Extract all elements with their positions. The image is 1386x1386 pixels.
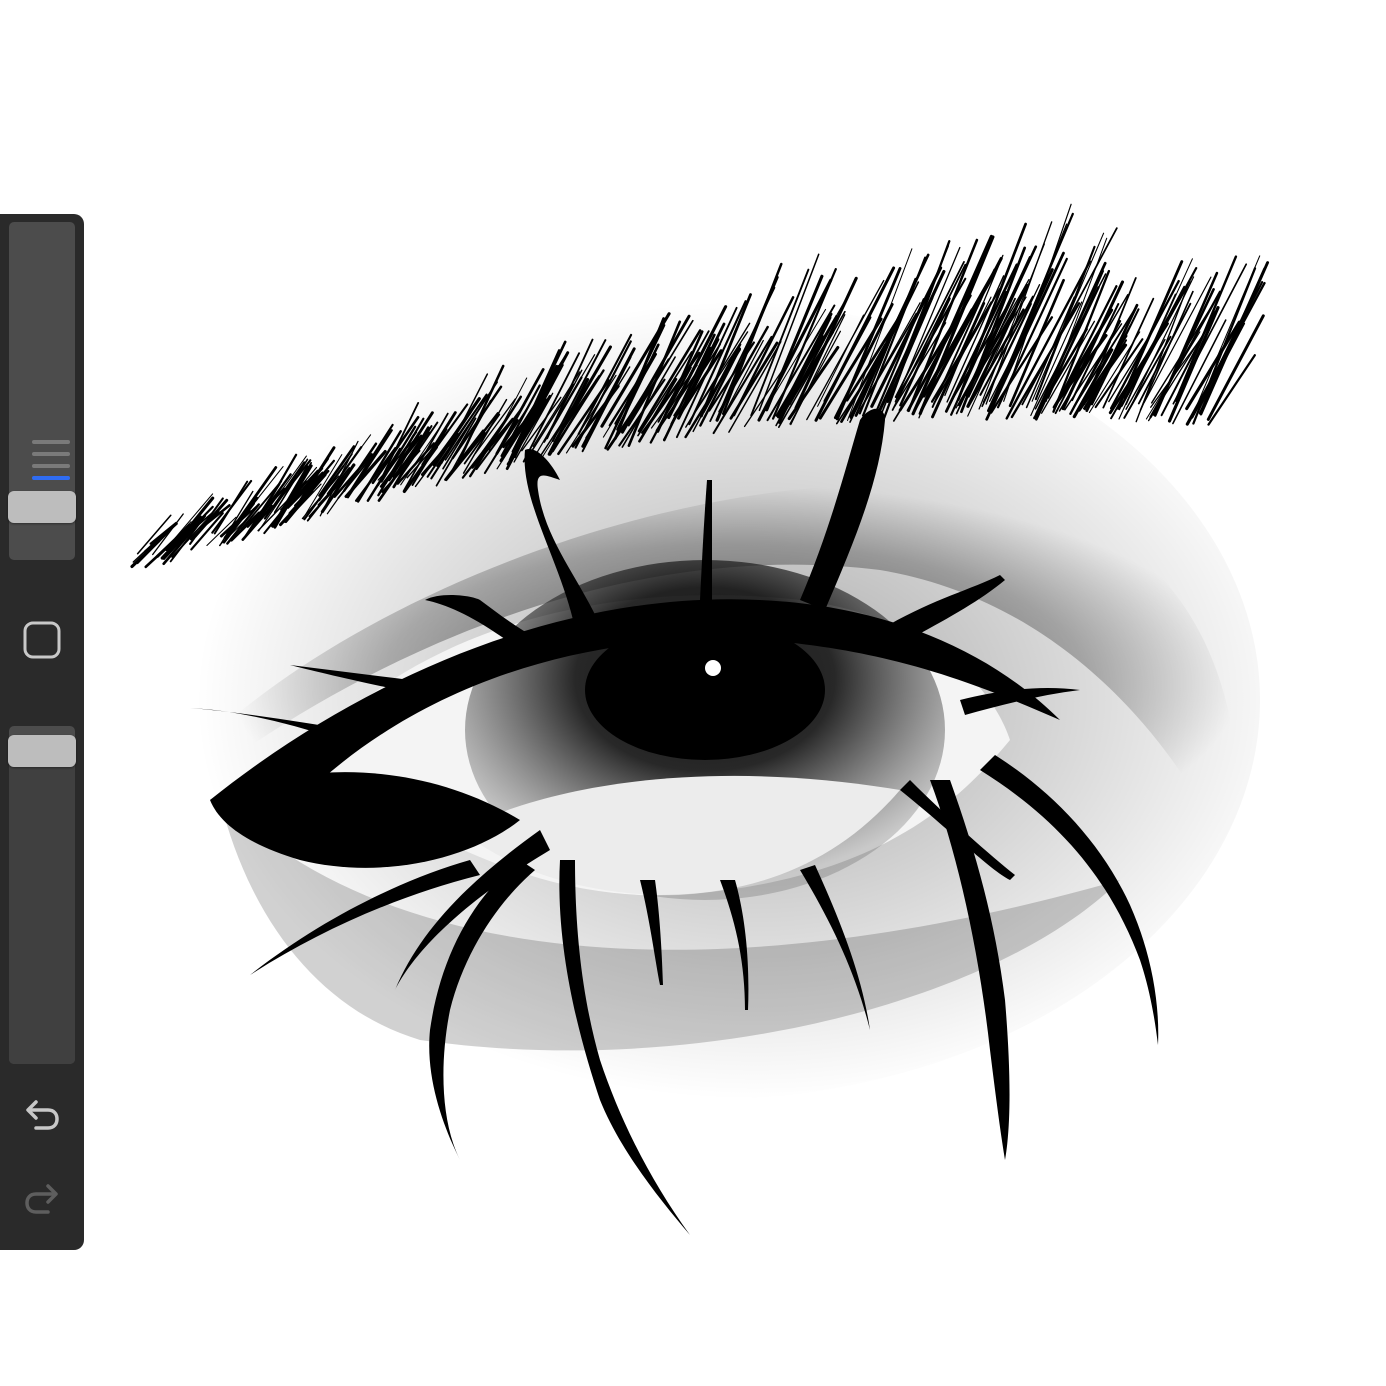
redo-icon: [25, 1184, 58, 1214]
brush-sidebar: [0, 214, 84, 1250]
brush-size-presets: [32, 440, 70, 488]
size-preset-3[interactable]: [32, 464, 70, 468]
opacity-thumb[interactable]: [8, 735, 76, 768]
opacity-fill: [9, 751, 75, 1064]
eye-artwork: [130, 203, 1270, 1235]
square-icon: [23, 621, 61, 659]
brush-size-slider[interactable]: [8, 222, 76, 560]
opacity-slider[interactable]: [8, 726, 76, 1064]
modify-button[interactable]: [0, 610, 84, 670]
size-preset-2[interactable]: [32, 452, 70, 456]
undo-icon: [26, 1100, 59, 1130]
catchlight: [705, 660, 721, 676]
drawing-canvas[interactable]: [0, 0, 1386, 1386]
redo-button[interactable]: [0, 1170, 84, 1230]
size-preset-1[interactable]: [32, 440, 70, 444]
undo-button[interactable]: [0, 1086, 84, 1146]
brush-size-thumb[interactable]: [8, 491, 76, 524]
size-preset-active[interactable]: [32, 476, 70, 480]
